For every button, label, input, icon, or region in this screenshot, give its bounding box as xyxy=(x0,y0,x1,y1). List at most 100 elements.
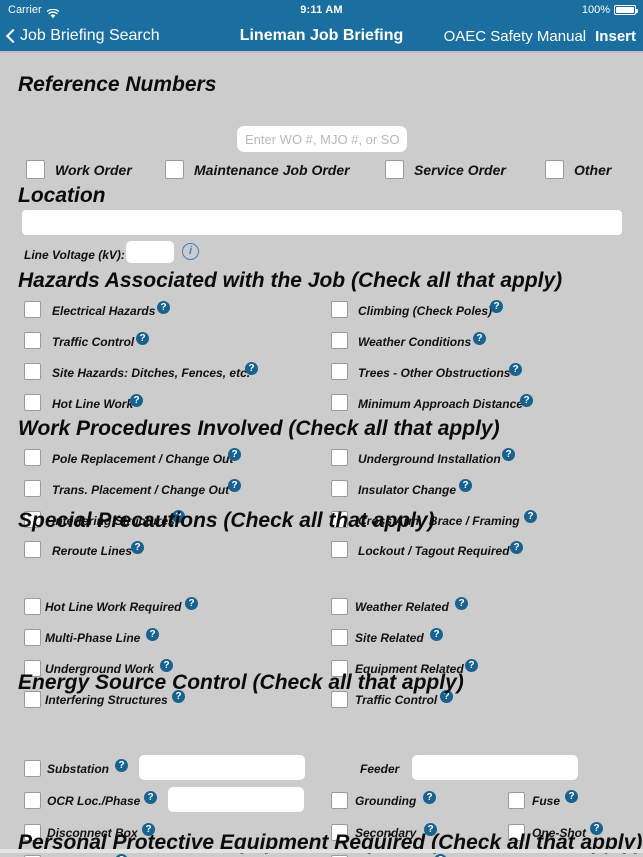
label-lockout-tagout: Lockout / Tagout Required xyxy=(358,544,510,558)
app-screen: Carrier 9:11 AM 100% Job Briefing Search… xyxy=(0,0,643,857)
work-procedures-heading: Work Procedures Involved (Check all that… xyxy=(18,417,500,440)
checkbox-work-order[interactable] xyxy=(26,160,45,179)
reference-number-input[interactable] xyxy=(237,126,407,152)
label-traffic-control-hazard: Traffic Control xyxy=(52,335,135,349)
energy-source-control-heading: Energy Source Control (Check all that ap… xyxy=(18,671,464,694)
help-icon-traffic-control-hazard[interactable]: ? xyxy=(136,332,149,345)
insert-button[interactable]: Insert xyxy=(595,28,636,45)
label-traffic-control-sp: Traffic Control xyxy=(355,693,438,707)
help-icon-site-related[interactable]: ? xyxy=(430,628,443,641)
label-substation: Substation xyxy=(47,762,109,776)
label-hot-line-work: Hot Line Work xyxy=(52,397,134,411)
hazards-heading: Hazards Associated with the Job (Check a… xyxy=(18,269,563,292)
status-bar-time: 9:11 AM xyxy=(300,4,343,16)
checkbox-weather-related[interactable] xyxy=(331,598,348,615)
checkbox-multi-phase-line[interactable] xyxy=(24,629,41,646)
label-insulator-change: Insulator Change xyxy=(358,483,457,497)
help-icon-weather-conditions[interactable]: ? xyxy=(473,332,486,345)
help-icon-electrical-hazards[interactable]: ? xyxy=(157,301,170,314)
checkbox-service-order[interactable] xyxy=(385,160,404,179)
help-icon-trees-obstructions[interactable]: ? xyxy=(509,363,522,376)
checkbox-minimum-approach-distance[interactable] xyxy=(331,394,348,411)
label-weather-conditions: Weather Conditions xyxy=(358,335,472,349)
label-weather-related: Weather Related xyxy=(355,600,449,614)
checkbox-hot-line-work[interactable] xyxy=(24,394,41,411)
checkbox-trans-placement[interactable] xyxy=(24,480,41,497)
navigation-bar: Job Briefing Search Lineman Job Briefing… xyxy=(0,20,643,52)
help-icon-site-hazards[interactable]: ? xyxy=(245,362,258,375)
battery-percent-label: 100% xyxy=(581,4,610,16)
checkbox-pole-replacement[interactable] xyxy=(24,449,41,466)
label-electrical-hazards: Electrical Hazards xyxy=(52,304,156,318)
checkbox-maintenance-job-order[interactable] xyxy=(165,160,184,179)
line-voltage-label: Line Voltage (kV): xyxy=(24,248,125,262)
special-precautions-heading: Special Precautions (Check all that appl… xyxy=(18,509,435,532)
help-icon-reroute-lines[interactable]: ? xyxy=(131,541,144,554)
label-work-order: Work Order xyxy=(55,162,132,178)
help-icon-cross-arm-brace-framing[interactable]: ? xyxy=(524,510,537,523)
help-icon-multi-phase-line[interactable]: ? xyxy=(146,628,159,641)
reference-numbers-heading: Reference Numbers xyxy=(18,73,217,96)
label-minimum-approach-distance: Minimum Approach Distance xyxy=(358,397,523,411)
battery-full-icon xyxy=(614,5,638,15)
label-site-hazards: Site Hazards: Ditches, Fences, etc. xyxy=(52,366,251,380)
help-icon-insulator-change[interactable]: ? xyxy=(459,479,472,492)
ocr-loc-phase-input[interactable] xyxy=(168,787,304,812)
help-icon-underground-installation[interactable]: ? xyxy=(502,448,515,461)
help-icon-substation[interactable]: ? xyxy=(115,759,128,772)
line-voltage-input[interactable] xyxy=(126,241,174,263)
checkbox-traffic-control-hazard[interactable] xyxy=(24,332,41,349)
checkbox-ocr-loc-phase[interactable] xyxy=(24,792,41,809)
info-icon[interactable]: i xyxy=(182,243,199,260)
location-heading: Location xyxy=(18,184,106,207)
navigation-bar-right: OAEC Safety Manual Insert xyxy=(444,20,636,52)
checkbox-trees-obstructions[interactable] xyxy=(331,363,348,380)
oaec-safety-manual-button[interactable]: OAEC Safety Manual xyxy=(444,28,587,45)
checkbox-lockout-tagout[interactable] xyxy=(331,541,348,558)
help-icon-trans-placement[interactable]: ? xyxy=(228,479,241,492)
feeder-input[interactable] xyxy=(412,755,578,780)
checkbox-reroute-lines[interactable] xyxy=(24,541,41,558)
help-icon-climbing[interactable]: ? xyxy=(490,300,503,313)
label-service-order: Service Order xyxy=(414,162,506,178)
checkbox-site-related[interactable] xyxy=(331,629,348,646)
help-icon-equipment-related[interactable]: ? xyxy=(465,659,478,672)
bottom-strip xyxy=(0,849,643,853)
checkbox-hot-line-work-required[interactable] xyxy=(24,598,41,615)
label-feeder: Feeder xyxy=(360,762,400,776)
label-trans-placement: Trans. Placement / Change Out xyxy=(52,483,230,497)
form-content: Reference Numbers Work Order Maintenance… xyxy=(0,53,643,857)
checkbox-substation[interactable] xyxy=(24,760,41,777)
status-bar: Carrier 9:11 AM 100% xyxy=(0,0,643,20)
label-trees-obstructions: Trees - Other Obstructions xyxy=(358,366,511,380)
help-icon-pole-replacement[interactable]: ? xyxy=(228,448,241,461)
help-icon-weather-related[interactable]: ? xyxy=(455,597,468,610)
label-reroute-lines: Reroute Lines xyxy=(52,544,133,558)
help-icon-grounding[interactable]: ? xyxy=(423,791,436,804)
help-icon-hot-line-work-required[interactable]: ? xyxy=(185,597,198,610)
location-input[interactable] xyxy=(22,210,622,235)
help-icon-hot-line-work[interactable]: ? xyxy=(130,394,143,407)
label-site-related: Site Related xyxy=(355,631,424,645)
help-icon-fuse[interactable]: ? xyxy=(565,790,578,803)
label-fuse: Fuse xyxy=(532,794,561,808)
label-hot-line-work-required: Hot Line Work Required xyxy=(45,600,182,614)
help-icon-minimum-approach-distance[interactable]: ? xyxy=(520,394,533,407)
help-icon-lockout-tagout[interactable]: ? xyxy=(510,541,523,554)
label-underground-installation: Underground Installation xyxy=(358,452,501,466)
checkbox-electrical-hazards[interactable] xyxy=(24,301,41,318)
substation-input[interactable] xyxy=(139,755,305,780)
checkbox-fuse[interactable] xyxy=(508,792,525,809)
label-ocr-loc-phase: OCR Loc./Phase xyxy=(47,794,141,808)
checkbox-grounding[interactable] xyxy=(331,792,348,809)
help-icon-ocr-loc-phase[interactable]: ? xyxy=(144,791,157,804)
checkbox-weather-conditions[interactable] xyxy=(331,332,348,349)
checkbox-underground-installation[interactable] xyxy=(331,449,348,466)
label-maintenance-job-order: Maintenance Job Order xyxy=(194,162,350,178)
label-other: Other xyxy=(574,162,612,178)
checkbox-other[interactable] xyxy=(545,160,564,179)
status-bar-right: 100% xyxy=(581,0,638,20)
checkbox-site-hazards[interactable] xyxy=(24,363,41,380)
checkbox-climbing[interactable] xyxy=(331,301,348,318)
checkbox-insulator-change[interactable] xyxy=(331,480,348,497)
